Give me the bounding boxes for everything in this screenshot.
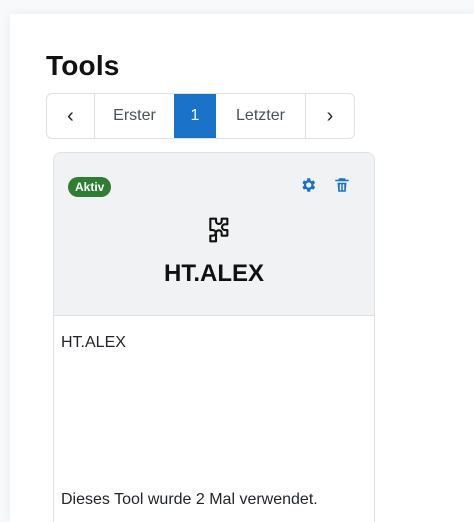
next-page-button[interactable]: ›: [306, 94, 354, 138]
last-page-link[interactable]: Letzter: [216, 94, 306, 138]
chevron-left-icon: ‹: [67, 104, 74, 127]
chevron-right-icon: ›: [326, 104, 334, 127]
tool-actions: [298, 175, 352, 195]
tools-page: Tools ‹ Erster 1 Letzter › Aktiv HT.ALEX…: [10, 14, 474, 522]
tool-card-body: HT.ALEX Dieses Tool wurde 2 Mal verwende…: [54, 316, 374, 522]
pagination: ‹ Erster 1 Letzter ›: [46, 93, 355, 139]
gear-icon: [302, 178, 316, 192]
page-title: Tools: [46, 50, 120, 81]
tool-name: HT.ALEX: [163, 260, 264, 287]
puzzle-piece-icon: [209, 217, 229, 243]
delete-button[interactable]: [332, 175, 352, 195]
usage-count-text: Dieses Tool wurde 2 Mal verwendet.: [61, 491, 318, 508]
tool-card: Aktiv HT.ALEX HT.ALEX Dieses Tool wurde …: [53, 152, 375, 522]
current-page-link[interactable]: 1: [174, 94, 216, 138]
tool-card-header: Aktiv HT.ALEX: [54, 153, 374, 316]
tool-description: HT.ALEX: [61, 334, 126, 351]
settings-button[interactable]: [298, 175, 318, 195]
trash-icon: [335, 178, 349, 192]
first-page-link[interactable]: Erster: [95, 94, 175, 138]
previous-page-button[interactable]: ‹: [47, 94, 95, 138]
status-badge: Aktiv: [68, 177, 112, 197]
